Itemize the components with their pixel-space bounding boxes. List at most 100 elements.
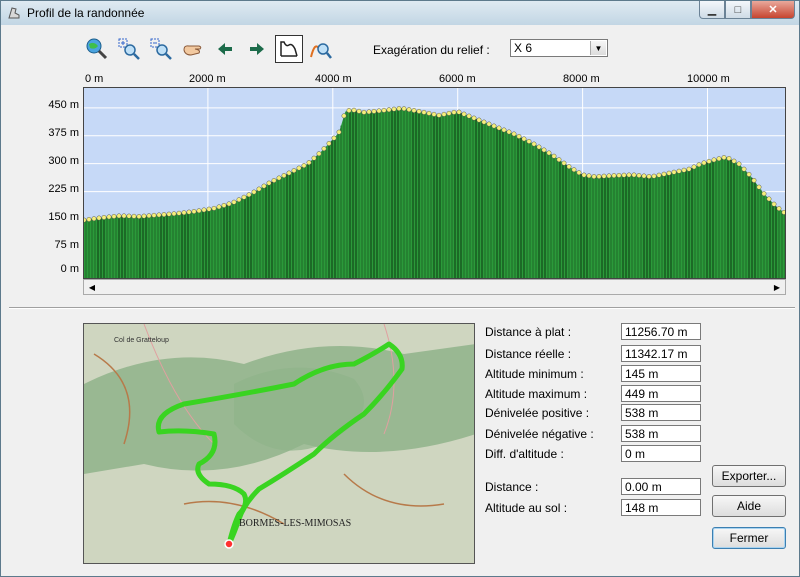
crest-point [596, 174, 602, 179]
forward-button[interactable] [243, 35, 271, 63]
crest-point [501, 127, 507, 133]
crest-point [331, 135, 337, 141]
scroll-right-icon[interactable]: ▶ [770, 281, 784, 293]
crest-point [116, 213, 122, 219]
crest-point [371, 108, 377, 114]
crest-point [676, 168, 682, 174]
track-map[interactable]: Col de Gratteloup BORMES-LES-MIMOSAS [83, 323, 475, 564]
crest-point [691, 164, 697, 170]
x-tick-label: 8000 m [563, 73, 600, 85]
zoom-out-icon [150, 38, 172, 60]
crest-point [351, 107, 357, 113]
crest-point [616, 172, 622, 178]
crest-point [311, 155, 317, 161]
crest-point [106, 214, 112, 220]
crest-point [466, 113, 472, 119]
crest-point [121, 213, 127, 219]
toolbar [83, 35, 335, 63]
profile-horizontal-scrollbar[interactable]: ◀ ▶ [83, 279, 786, 295]
crest-point [401, 106, 407, 112]
crest-point [581, 172, 587, 178]
crest-point [321, 146, 327, 152]
back-button[interactable] [211, 35, 239, 63]
help-button[interactable]: Aide [712, 495, 786, 517]
minimize-icon: ▁ [707, 4, 717, 16]
crest-point [706, 158, 712, 164]
zoom-in-button[interactable] [115, 35, 143, 63]
pan-button[interactable] [179, 35, 207, 63]
crest-point [516, 133, 522, 139]
crest-point [251, 189, 257, 195]
crest-point [211, 205, 217, 211]
path-zoom-button[interactable] [307, 35, 335, 63]
crest-point [461, 111, 467, 117]
stat-value: 11342.17 m [621, 345, 701, 362]
crest-point [566, 164, 572, 170]
crest-point [771, 201, 777, 207]
crest-point [271, 178, 277, 183]
crest-point [146, 213, 152, 219]
crest-point [736, 161, 742, 167]
crest-point [186, 209, 192, 215]
crest-point [541, 147, 547, 153]
crest-point [526, 138, 532, 144]
crest-point [421, 109, 427, 115]
crest-point [101, 214, 107, 220]
maximize-button[interactable]: □ [725, 1, 751, 19]
zoom-out-button[interactable] [147, 35, 175, 63]
close-button[interactable]: Fermer [712, 527, 786, 549]
crest-point [491, 123, 497, 129]
x-tick-label: 4000 m [315, 73, 352, 85]
map-label-town: BORMES-LES-MIMOSAS [239, 518, 351, 529]
y-tick-label: 225 m [48, 183, 79, 195]
crest-point [426, 110, 432, 116]
crest-point [451, 109, 457, 115]
crest-point [621, 172, 627, 178]
crest-point [376, 108, 382, 114]
scroll-left-icon[interactable]: ◀ [85, 281, 99, 293]
crest-point [281, 173, 287, 178]
crest-point [666, 170, 672, 176]
crest-point [761, 191, 767, 197]
crest-point [111, 213, 117, 219]
panel-divider[interactable] [9, 307, 795, 309]
crest-point [531, 141, 537, 147]
stat-value: 538 m [621, 404, 701, 421]
crest-point [196, 208, 202, 214]
crest-point [411, 108, 417, 113]
relief-exaggeration-select[interactable]: X 6 ▼ [510, 39, 608, 57]
cursor-label: Altitude au sol : [485, 501, 568, 515]
map-canvas: Col de Gratteloup BORMES-LES-MIMOSAS [84, 324, 474, 563]
maximize-icon: □ [734, 3, 742, 16]
stat-label: Distance à plat : [485, 325, 572, 339]
crest-point [631, 172, 637, 178]
crest-point [776, 206, 782, 212]
crest-point [686, 166, 692, 172]
crest-point [386, 107, 392, 113]
y-tick-label: 450 m [48, 99, 79, 111]
stat-value: 145 m [621, 365, 701, 382]
crest-point [181, 210, 187, 216]
profile-icon [280, 41, 298, 57]
crest-point [366, 109, 372, 115]
title-bar[interactable]: Profil de la randonnée ▁ □ ✕ [1, 1, 799, 25]
close-window-button[interactable]: ✕ [751, 1, 795, 19]
minimize-button[interactable]: ▁ [699, 1, 725, 19]
crest-point [561, 160, 567, 166]
crest-point [471, 115, 477, 121]
window-title: Profil de la randonnée [27, 6, 145, 20]
zoom-fit-button[interactable] [83, 35, 111, 63]
export-button[interactable]: Exporter... [712, 465, 786, 487]
crest-point [236, 197, 242, 203]
elevation-profile-chart[interactable] [83, 87, 786, 279]
crest-point [166, 211, 172, 217]
crest-point [746, 171, 752, 177]
crest-point [536, 144, 542, 150]
profile-mode-button[interactable] [275, 35, 303, 63]
y-tick-label: 0 m [60, 263, 79, 275]
crest-point [86, 216, 92, 222]
crest-point [731, 158, 737, 164]
stat-label: Diff. d'altitude : [485, 447, 564, 461]
chevron-down-icon[interactable]: ▼ [590, 41, 606, 55]
y-tick-label: 75 m [54, 239, 79, 251]
